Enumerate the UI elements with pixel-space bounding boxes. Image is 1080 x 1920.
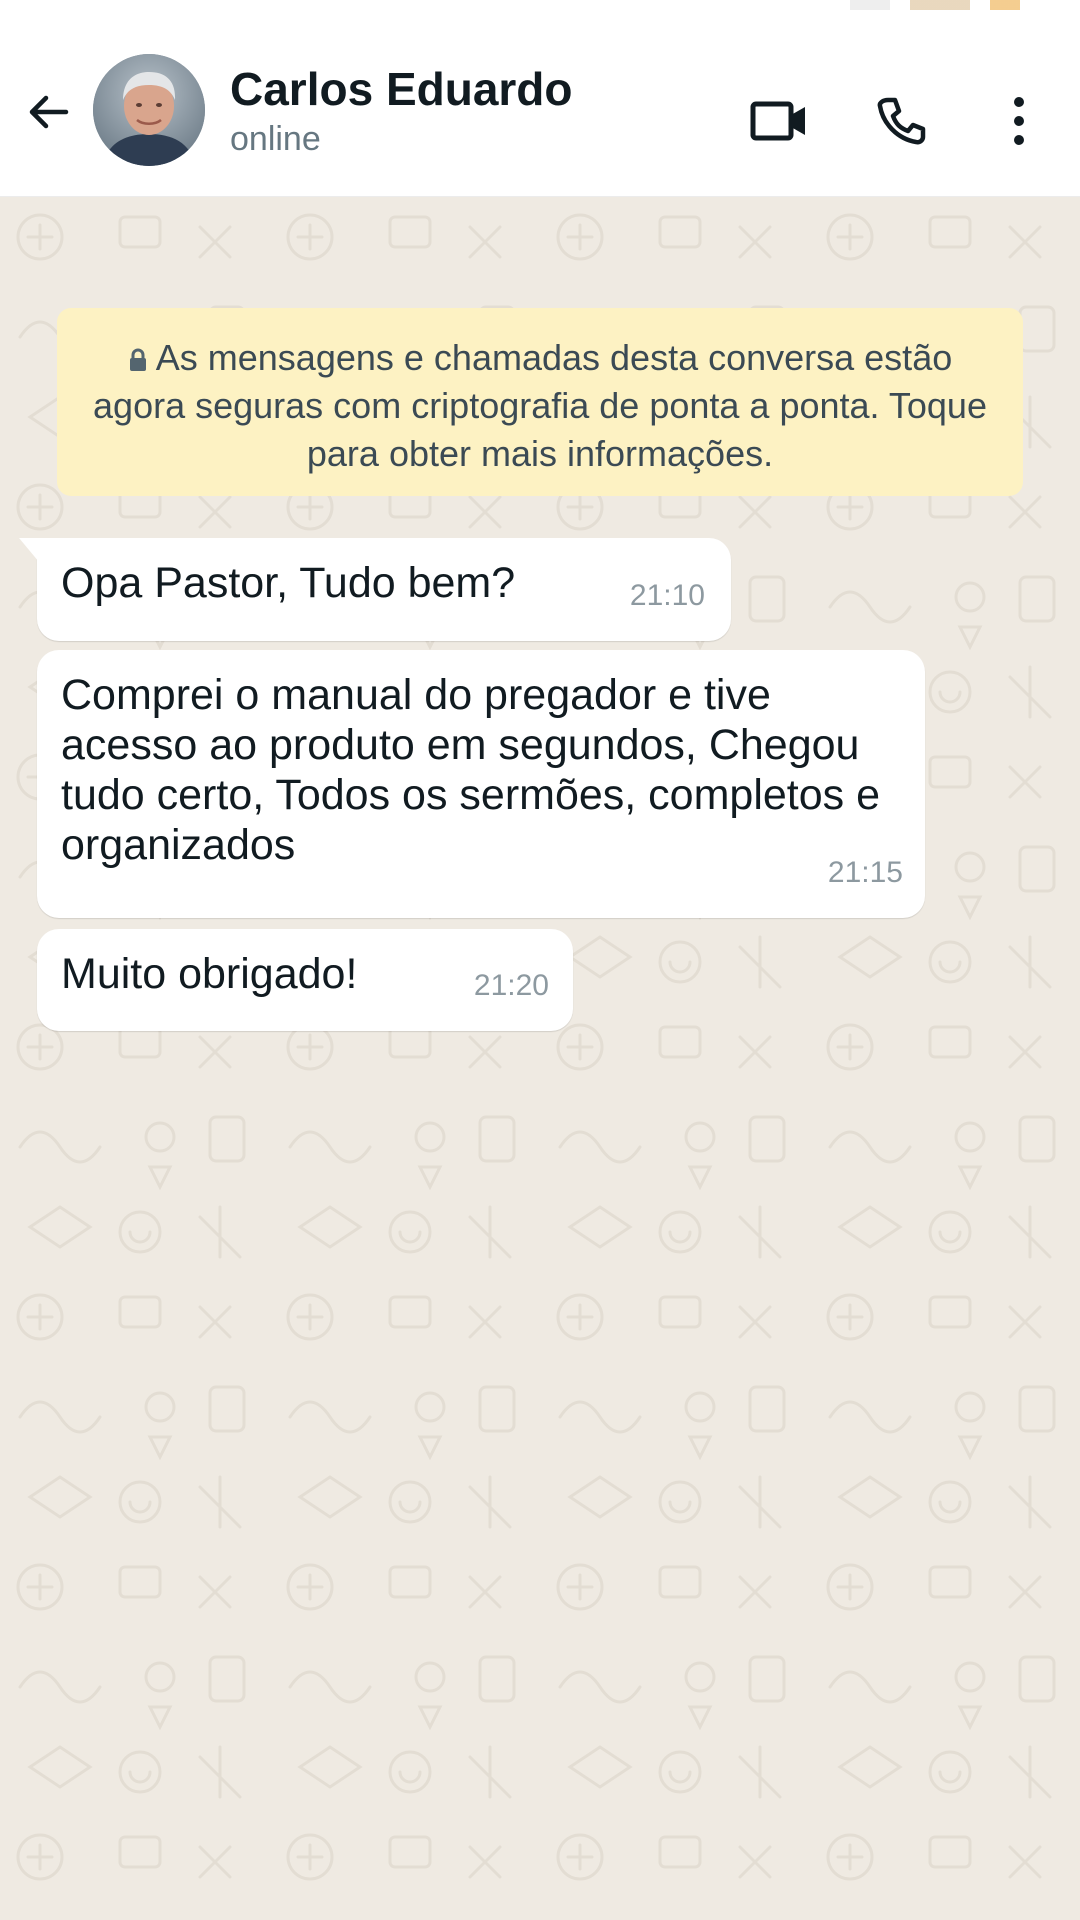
contact-name[interactable]: Carlos Eduardo xyxy=(230,62,573,116)
back-button[interactable] xyxy=(18,82,78,142)
more-options-button[interactable] xyxy=(984,86,1054,156)
message-time: 21:15 xyxy=(827,856,903,889)
message-time: 21:20 xyxy=(473,969,549,1002)
bubble-tail xyxy=(19,538,39,562)
video-camera-icon xyxy=(750,101,805,141)
message-text: Opa Pastor, Tudo bem? xyxy=(61,559,516,607)
status-bar-indicators xyxy=(850,0,1020,10)
encryption-notice-text: As mensagens e chamadas desta conversa e… xyxy=(93,337,987,474)
message-time: 21:10 xyxy=(629,579,705,612)
arrow-left-icon xyxy=(29,95,69,129)
video-call-button[interactable] xyxy=(745,86,815,156)
lock-icon xyxy=(129,348,146,371)
message-text: Muito obrigado! xyxy=(61,950,358,998)
message-bubble[interactable]: Comprei o manual do pregador e tive aces… xyxy=(37,650,925,918)
more-vertical-icon xyxy=(1014,97,1024,145)
voice-call-button[interactable] xyxy=(866,86,936,156)
encryption-notice[interactable]: As mensagens e chamadas desta conversa e… xyxy=(57,308,1023,496)
message-bubble[interactable]: Opa Pastor, Tudo bem? 21:10 xyxy=(19,538,731,641)
contact-photo-icon xyxy=(93,54,205,166)
chat-header: Carlos Eduardo online xyxy=(0,14,1080,197)
phone-icon xyxy=(877,97,926,145)
message-bubble[interactable]: Muito obrigado! 21:20 xyxy=(37,929,573,1031)
status-bar xyxy=(0,0,1080,14)
message-text: Comprei o manual do pregador e tive aces… xyxy=(61,671,881,869)
avatar[interactable] xyxy=(93,54,205,166)
contact-status: online xyxy=(230,120,321,158)
